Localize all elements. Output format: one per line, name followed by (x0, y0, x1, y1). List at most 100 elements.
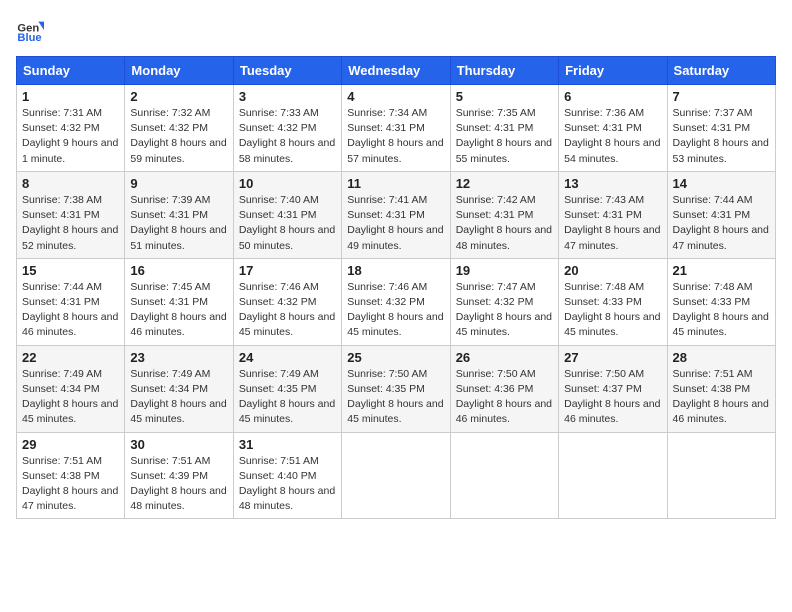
calendar-day-cell: 27 Sunrise: 7:50 AMSunset: 4:37 PMDayligh… (559, 345, 667, 432)
day-info: Sunrise: 7:48 AMSunset: 4:33 PMDaylight … (564, 280, 661, 341)
day-number: 20 (564, 263, 661, 278)
day-number: 11 (347, 176, 444, 191)
calendar-day-cell: 19 Sunrise: 7:47 AMSunset: 4:32 PMDayligh… (450, 258, 558, 345)
day-number: 3 (239, 89, 336, 104)
calendar-day-cell: 29Sunrise: 7:51 AMSunset: 4:38 PMDayligh… (17, 432, 125, 519)
day-info: Sunrise: 7:45 AMSunset: 4:31 PMDaylight … (130, 280, 227, 341)
calendar-day-cell: 3 Sunrise: 7:33 AMSunset: 4:32 PMDaylight… (233, 85, 341, 172)
day-info: Sunrise: 7:37 AMSunset: 4:31 PMDaylight … (673, 106, 770, 167)
calendar-day-cell: 14Sunrise: 7:44 AMSunset: 4:31 PMDayligh… (667, 171, 775, 258)
calendar-day-cell: 9 Sunrise: 7:39 AMSunset: 4:31 PMDaylight… (125, 171, 233, 258)
calendar-day-cell: 5 Sunrise: 7:35 AMSunset: 4:31 PMDaylight… (450, 85, 558, 172)
calendar-day-cell: 16 Sunrise: 7:45 AMSunset: 4:31 PMDayligh… (125, 258, 233, 345)
weekday-header-sunday: Sunday (17, 57, 125, 85)
day-info: Sunrise: 7:51 AMSunset: 4:39 PMDaylight … (130, 454, 227, 515)
day-number: 15 (22, 263, 119, 278)
day-number: 21 (673, 263, 770, 278)
calendar-day-cell (667, 432, 775, 519)
weekday-header-monday: Monday (125, 57, 233, 85)
day-info: Sunrise: 7:49 AMSunset: 4:34 PMDaylight … (130, 367, 227, 428)
day-number: 13 (564, 176, 661, 191)
day-number: 4 (347, 89, 444, 104)
calendar-day-cell: 10Sunrise: 7:40 AMSunset: 4:31 PMDayligh… (233, 171, 341, 258)
day-info: Sunrise: 7:50 AMSunset: 4:36 PMDaylight … (456, 367, 553, 428)
day-info: Sunrise: 7:36 AMSunset: 4:31 PMDaylight … (564, 106, 661, 167)
page-header: Gen Blue (16, 16, 776, 44)
day-info: Sunrise: 7:50 AMSunset: 4:37 PMDaylight … (564, 367, 661, 428)
weekday-header-saturday: Saturday (667, 57, 775, 85)
svg-text:Blue: Blue (17, 32, 41, 44)
calendar-day-cell: 2 Sunrise: 7:32 AMSunset: 4:32 PMDaylight… (125, 85, 233, 172)
calendar-week-row: 1Sunrise: 7:31 AMSunset: 4:32 PMDaylight… (17, 85, 776, 172)
day-info: Sunrise: 7:42 AMSunset: 4:31 PMDaylight … (456, 193, 553, 254)
calendar-day-cell: 20 Sunrise: 7:48 AMSunset: 4:33 PMDayligh… (559, 258, 667, 345)
day-info: Sunrise: 7:35 AMSunset: 4:31 PMDaylight … (456, 106, 553, 167)
day-number: 18 (347, 263, 444, 278)
day-info: Sunrise: 7:33 AMSunset: 4:32 PMDaylight … (239, 106, 336, 167)
day-info: Sunrise: 7:44 AMSunset: 4:31 PMDaylight … (673, 193, 770, 254)
day-number: 16 (130, 263, 227, 278)
day-info: Sunrise: 7:51 AMSunset: 4:40 PMDaylight … (239, 454, 336, 515)
day-number: 7 (673, 89, 770, 104)
calendar-day-cell: 23Sunrise: 7:49 AMSunset: 4:34 PMDayligh… (125, 345, 233, 432)
day-info: Sunrise: 7:48 AMSunset: 4:33 PMDaylight … (673, 280, 770, 341)
calendar-day-cell: 17 Sunrise: 7:46 AMSunset: 4:32 PMDayligh… (233, 258, 341, 345)
calendar-day-cell (342, 432, 450, 519)
calendar-day-cell: 15 Sunrise: 7:44 AMSunset: 4:31 PMDayligh… (17, 258, 125, 345)
day-number: 9 (130, 176, 227, 191)
calendar-day-cell: 18Sunrise: 7:46 AMSunset: 4:32 PMDayligh… (342, 258, 450, 345)
day-info: Sunrise: 7:34 AMSunset: 4:31 PMDaylight … (347, 106, 444, 167)
day-info: Sunrise: 7:44 AMSunset: 4:31 PMDaylight … (22, 280, 119, 341)
weekday-header-thursday: Thursday (450, 57, 558, 85)
day-number: 28 (673, 350, 770, 365)
calendar-day-cell: 22Sunrise: 7:49 AMSunset: 4:34 PMDayligh… (17, 345, 125, 432)
calendar-day-cell: 31Sunrise: 7:51 AMSunset: 4:40 PMDayligh… (233, 432, 341, 519)
day-number: 8 (22, 176, 119, 191)
weekday-header-tuesday: Tuesday (233, 57, 341, 85)
weekday-header-row: SundayMondayTuesdayWednesdayThursdayFrid… (17, 57, 776, 85)
day-number: 2 (130, 89, 227, 104)
day-number: 27 (564, 350, 661, 365)
calendar-day-cell (450, 432, 558, 519)
day-number: 26 (456, 350, 553, 365)
weekday-header-wednesday: Wednesday (342, 57, 450, 85)
calendar-day-cell: 28 Sunrise: 7:51 AMSunset: 4:38 PMDayligh… (667, 345, 775, 432)
day-info: Sunrise: 7:39 AMSunset: 4:31 PMDaylight … (130, 193, 227, 254)
day-number: 22 (22, 350, 119, 365)
calendar-day-cell: 21 Sunrise: 7:48 AMSunset: 4:33 PMDayligh… (667, 258, 775, 345)
calendar-day-cell: 12Sunrise: 7:42 AMSunset: 4:31 PMDayligh… (450, 171, 558, 258)
day-number: 1 (22, 89, 119, 104)
calendar-week-row: 15 Sunrise: 7:44 AMSunset: 4:31 PMDayligh… (17, 258, 776, 345)
day-info: Sunrise: 7:47 AMSunset: 4:32 PMDaylight … (456, 280, 553, 341)
day-number: 5 (456, 89, 553, 104)
calendar-day-cell: 8 Sunrise: 7:38 AMSunset: 4:31 PMDaylight… (17, 171, 125, 258)
logo-icon: Gen Blue (16, 16, 44, 44)
calendar-day-cell: 24 Sunrise: 7:49 AMSunset: 4:35 PMDayligh… (233, 345, 341, 432)
calendar-day-cell: 7 Sunrise: 7:37 AMSunset: 4:31 PMDaylight… (667, 85, 775, 172)
calendar-day-cell: 13 Sunrise: 7:43 AMSunset: 4:31 PMDayligh… (559, 171, 667, 258)
day-number: 6 (564, 89, 661, 104)
calendar-day-cell: 1Sunrise: 7:31 AMSunset: 4:32 PMDaylight… (17, 85, 125, 172)
day-number: 24 (239, 350, 336, 365)
day-number: 25 (347, 350, 444, 365)
day-number: 30 (130, 437, 227, 452)
calendar-table: SundayMondayTuesdayWednesdayThursdayFrid… (16, 56, 776, 519)
day-info: Sunrise: 7:43 AMSunset: 4:31 PMDaylight … (564, 193, 661, 254)
day-info: Sunrise: 7:46 AMSunset: 4:32 PMDaylight … (239, 280, 336, 341)
calendar-week-row: 8 Sunrise: 7:38 AMSunset: 4:31 PMDaylight… (17, 171, 776, 258)
day-info: Sunrise: 7:51 AMSunset: 4:38 PMDaylight … (673, 367, 770, 428)
day-info: Sunrise: 7:32 AMSunset: 4:32 PMDaylight … (130, 106, 227, 167)
day-number: 19 (456, 263, 553, 278)
calendar-day-cell: 11Sunrise: 7:41 AMSunset: 4:31 PMDayligh… (342, 171, 450, 258)
calendar-day-cell: 4 Sunrise: 7:34 AMSunset: 4:31 PMDaylight… (342, 85, 450, 172)
calendar-day-cell: 30 Sunrise: 7:51 AMSunset: 4:39 PMDayligh… (125, 432, 233, 519)
calendar-day-cell: 6 Sunrise: 7:36 AMSunset: 4:31 PMDaylight… (559, 85, 667, 172)
weekday-header-friday: Friday (559, 57, 667, 85)
day-info: Sunrise: 7:49 AMSunset: 4:35 PMDaylight … (239, 367, 336, 428)
day-number: 17 (239, 263, 336, 278)
calendar-day-cell: 25 Sunrise: 7:50 AMSunset: 4:35 PMDayligh… (342, 345, 450, 432)
calendar-day-cell (559, 432, 667, 519)
day-info: Sunrise: 7:38 AMSunset: 4:31 PMDaylight … (22, 193, 119, 254)
calendar-week-row: 22 Sunrise: 7:49 AMSunset: 4:34 PMDayligh… (17, 345, 776, 432)
day-info: Sunrise: 7:50 AMSunset: 4:35 PMDaylight … (347, 367, 444, 428)
